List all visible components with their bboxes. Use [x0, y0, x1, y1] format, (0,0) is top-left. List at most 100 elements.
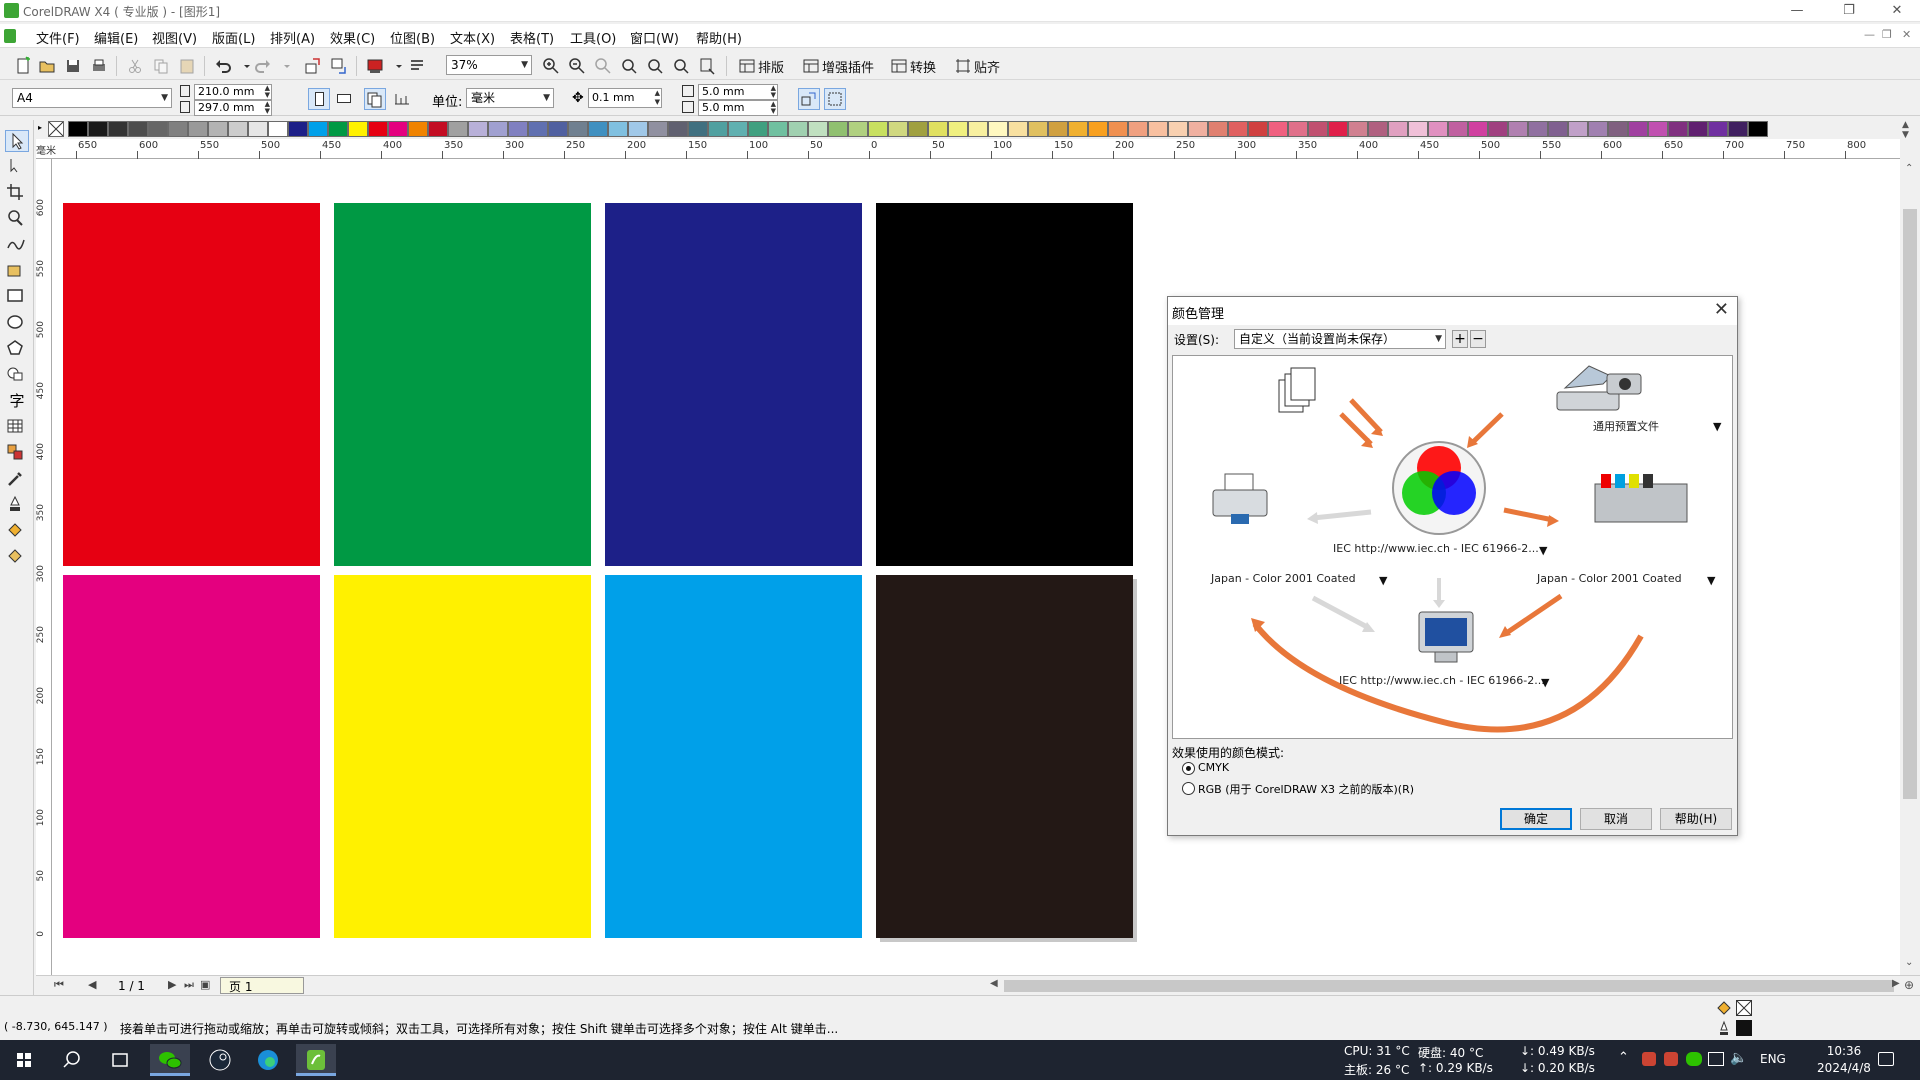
palette-swatch[interactable] [1188, 121, 1208, 137]
eyedropper-tool-icon[interactable] [5, 468, 29, 490]
current-page-button[interactable] [392, 88, 414, 110]
layout-button[interactable]: 排版 [758, 57, 784, 76]
doc-minimize-button[interactable]: — [1864, 28, 1875, 41]
palette-swatch[interactable] [1368, 121, 1388, 137]
palette-swatch[interactable] [1548, 121, 1568, 137]
fill-color-none-swatch[interactable] [1736, 1000, 1752, 1016]
palette-swatch[interactable] [448, 121, 468, 137]
restore-button[interactable]: ❐ [1826, 0, 1872, 22]
palette-swatch[interactable] [1488, 121, 1508, 137]
palette-swatch[interactable] [728, 121, 748, 137]
search-button[interactable] [52, 1044, 92, 1076]
prev-page-icon[interactable]: ◀ [88, 978, 96, 991]
no-color-swatch[interactable] [48, 121, 64, 137]
task-view-button[interactable] [100, 1044, 140, 1076]
palette-swatch[interactable] [468, 121, 488, 137]
close-button[interactable]: ✕ [1874, 0, 1920, 22]
palette-swatch[interactable] [808, 121, 828, 137]
palette-swatch[interactable] [1588, 121, 1608, 137]
wechat-taskbar-app[interactable] [150, 1044, 190, 1076]
last-page-icon[interactable]: ⏭ [184, 978, 194, 992]
ellipse-tool-icon[interactable] [5, 312, 29, 334]
palette-swatch[interactable] [788, 121, 808, 137]
palette-swatch[interactable] [1428, 121, 1448, 137]
palette-swatch[interactable] [768, 121, 788, 137]
palette-swatch[interactable] [1628, 121, 1648, 137]
palette-swatch[interactable] [388, 121, 408, 137]
tray-app-icon[interactable] [1664, 1052, 1678, 1066]
vertical-scroll-thumb[interactable] [1903, 209, 1917, 799]
menu-bitmaps[interactable]: 位图(B) [390, 28, 435, 47]
duplicate-y-field[interactable]: 5.0 mm ▲ ▼ [698, 100, 778, 116]
rectangle-tool-icon[interactable] [5, 286, 29, 308]
palette-swatch[interactable] [1708, 121, 1728, 137]
palette-swatch[interactable] [1248, 121, 1268, 137]
swatch-red[interactable] [63, 203, 320, 566]
edge-taskbar-app[interactable] [248, 1044, 288, 1076]
palette-swatch[interactable] [688, 121, 708, 137]
tray-wechat-icon[interactable] [1686, 1052, 1702, 1066]
page-height-field[interactable]: 297.0 mm ▲ ▼ [194, 100, 272, 116]
remove-preset-icon[interactable]: − [1470, 330, 1486, 348]
basic-shapes-tool-icon[interactable] [5, 364, 29, 386]
redo-dropdown-icon[interactable] [276, 55, 290, 75]
units-select[interactable]: 毫米 ▼ [466, 88, 554, 108]
landscape-button[interactable] [334, 88, 356, 110]
doc-close-button[interactable]: ✕ [1902, 28, 1911, 41]
horizontal-scroll-thumb[interactable] [1004, 980, 1894, 992]
palette-swatch[interactable] [248, 121, 268, 137]
palette-swatch[interactable] [1168, 121, 1188, 137]
palette-swatch[interactable] [908, 121, 928, 137]
palette-swatch[interactable] [1128, 121, 1148, 137]
convert-button[interactable]: 转换 [910, 57, 936, 76]
palette-swatch[interactable] [1028, 121, 1048, 137]
palette-swatch[interactable] [988, 121, 1008, 137]
polygon-tool-icon[interactable] [5, 338, 29, 360]
undo-icon[interactable] [212, 55, 232, 75]
scroll-right-icon[interactable]: ▶ [1892, 978, 1900, 989]
paper-size-select[interactable]: A4 ▼ [12, 88, 172, 108]
scroll-up-icon[interactable]: ⌃ [1905, 163, 1913, 174]
page-tab-1[interactable]: 页 1 [220, 977, 304, 994]
fill-tool-icon[interactable] [5, 520, 29, 542]
palette-swatch[interactable] [1608, 121, 1628, 137]
palette-swatch[interactable] [1508, 121, 1528, 137]
menu-file[interactable]: 文件(F) [36, 28, 80, 47]
input-language[interactable]: ENG [1760, 1052, 1786, 1066]
save-icon[interactable] [62, 55, 82, 75]
palette-swatch[interactable] [288, 121, 308, 137]
palette-swatch[interactable] [608, 121, 628, 137]
menu-table[interactable]: 表格(T) [510, 28, 554, 47]
welcome-screen-icon[interactable] [406, 55, 426, 75]
palette-swatch[interactable] [1328, 121, 1348, 137]
zoom-selected-icon[interactable] [592, 55, 612, 75]
palette-swatch[interactable] [148, 121, 168, 137]
tray-app-icon[interactable] [1642, 1052, 1656, 1066]
palette-swatch[interactable] [588, 121, 608, 137]
composite-printer-dropdown-icon[interactable]: ▼ [1379, 574, 1387, 587]
transform-options-button[interactable] [824, 88, 846, 110]
tray-network-icon[interactable] [1708, 1052, 1724, 1066]
palette-swatch[interactable] [508, 121, 528, 137]
treat-as-filled-button[interactable] [798, 88, 820, 110]
plugins-icon[interactable] [800, 55, 820, 75]
palette-swatch[interactable] [1208, 121, 1228, 137]
swatch-cyan[interactable] [605, 575, 862, 938]
palette-swatch[interactable] [268, 121, 288, 137]
monitor-profile-dropdown-icon[interactable]: ▼ [1541, 676, 1549, 689]
cut-icon[interactable] [124, 55, 144, 75]
vertical-scrollbar[interactable]: ⌃ ⌄ [1900, 159, 1920, 975]
cancel-button[interactable]: 取消 [1580, 808, 1652, 830]
portrait-button[interactable] [308, 88, 330, 110]
menu-help[interactable]: 帮助(H) [696, 28, 742, 47]
zoom-level-select[interactable]: 37% ▼ [446, 55, 532, 75]
tray-overflow-icon[interactable]: ⌃ [1618, 1050, 1629, 1065]
palette-scroll-up-icon[interactable]: ▲ [1902, 120, 1909, 130]
palette-swatch[interactable] [668, 121, 688, 137]
open-icon[interactable] [36, 55, 56, 75]
settings-select[interactable]: 自定义（当前设置尚未保存） ▼ [1234, 329, 1446, 349]
palette-scroll-down-icon[interactable]: ▼ [1902, 130, 1909, 140]
redo-icon[interactable] [252, 55, 272, 75]
palette-swatch[interactable] [828, 121, 848, 137]
interactive-blend-tool-icon[interactable] [5, 442, 29, 464]
